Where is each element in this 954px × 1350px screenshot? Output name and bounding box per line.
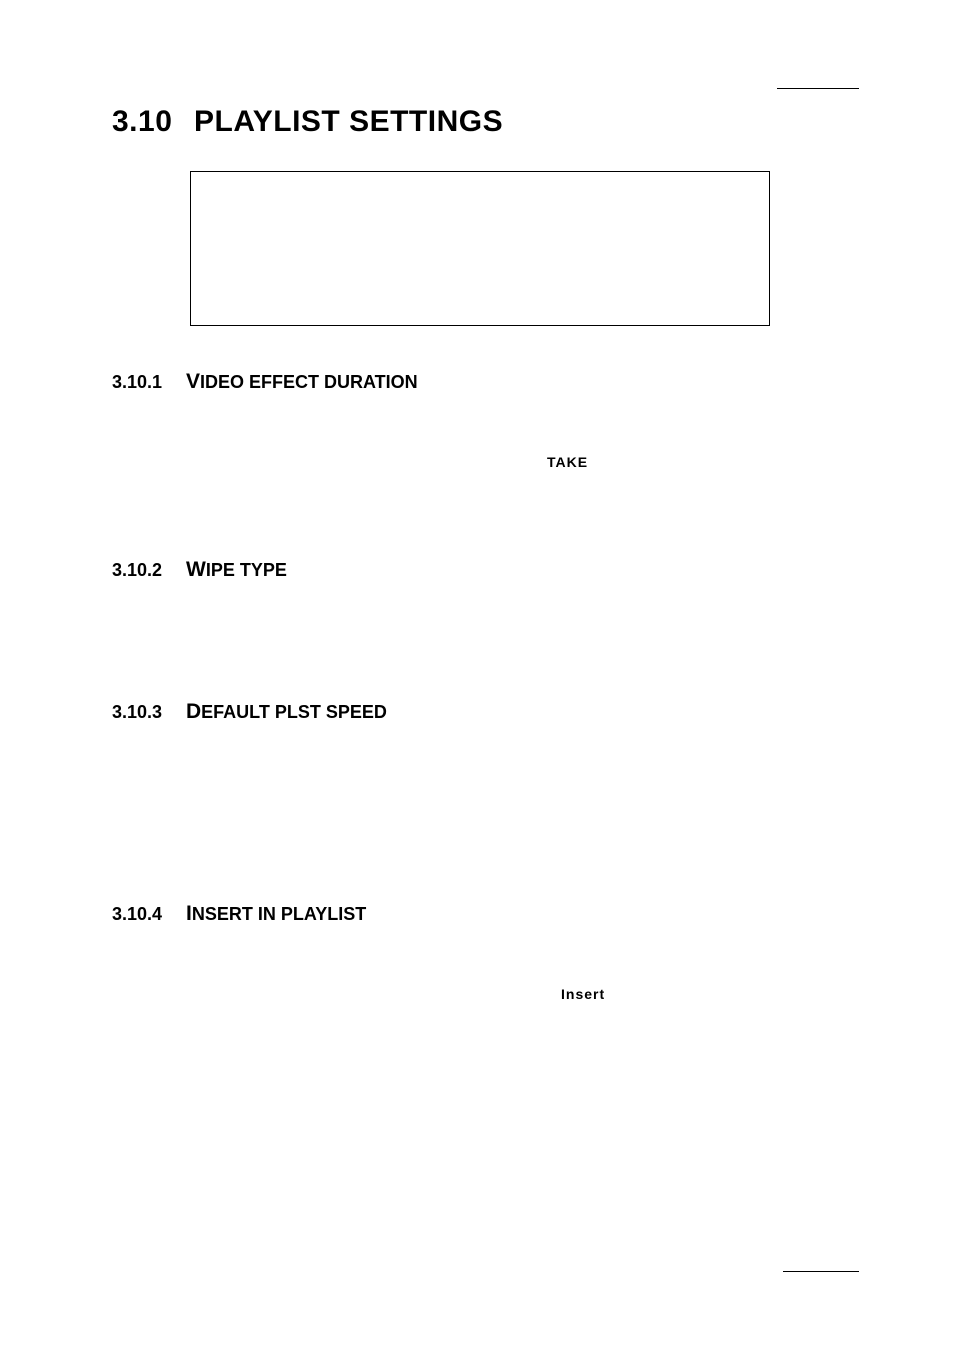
- subsection-first-cap: D: [186, 700, 201, 723]
- subsection-rest: NSERT IN PLAYLIST: [192, 904, 366, 924]
- settings-illustration-box: [190, 171, 770, 326]
- subsection-number: 3.10.3: [112, 702, 186, 723]
- emphasis-insert: Insert: [561, 986, 605, 1002]
- emphasis-take: TAKE: [547, 454, 588, 470]
- section-number: 3.10: [112, 105, 194, 139]
- body-line: xxxxxxxxxxxxxxxxxxxxxxxxxxxxxxxxxxxxxxxx…: [190, 984, 859, 1006]
- section-heading: 3.10PLAYLIST SETTINGS: [112, 105, 859, 139]
- subsection-rest: IDEO EFFECT DURATION: [200, 372, 418, 392]
- subsection-number: 3.10.4: [112, 904, 186, 925]
- ghost-lead: xxxxxxxxxxxxxxxxxxxxxxxxxxxxxxxxxxxxxxxx…: [190, 454, 547, 470]
- section-title: PLAYLIST SETTINGS: [194, 105, 503, 138]
- subsection-heading: 3.10.2WIPE TYPE: [112, 558, 859, 582]
- subsection-number: 3.10.1: [112, 372, 186, 393]
- body-line: xxxxxxxxxxxxxxxxxxxxxxxxxxxxxxxxxxxxxxxx…: [190, 452, 859, 474]
- subsection-number: 3.10.2: [112, 560, 186, 581]
- top-header-rule: [777, 88, 859, 89]
- bottom-footer-rule: [783, 1271, 859, 1272]
- ghost-lead: xxxxxxxxxxxxxxxxxxxxxxxxxxxxxxxxxxxxxxxx…: [190, 986, 561, 1002]
- subsection-heading: 3.10.3DEFAULT PLST SPEED: [112, 700, 859, 724]
- subsection-rest: IPE TYPE: [206, 560, 287, 580]
- subsection-rest: EFAULT PLST SPEED: [201, 702, 387, 722]
- subsection-first-cap: V: [186, 370, 200, 393]
- subsection-heading: 3.10.4INSERT IN PLAYLIST: [112, 902, 859, 926]
- subsection-first-cap: W: [186, 558, 206, 581]
- subsection-heading: 3.10.1VIDEO EFFECT DURATION: [112, 370, 859, 394]
